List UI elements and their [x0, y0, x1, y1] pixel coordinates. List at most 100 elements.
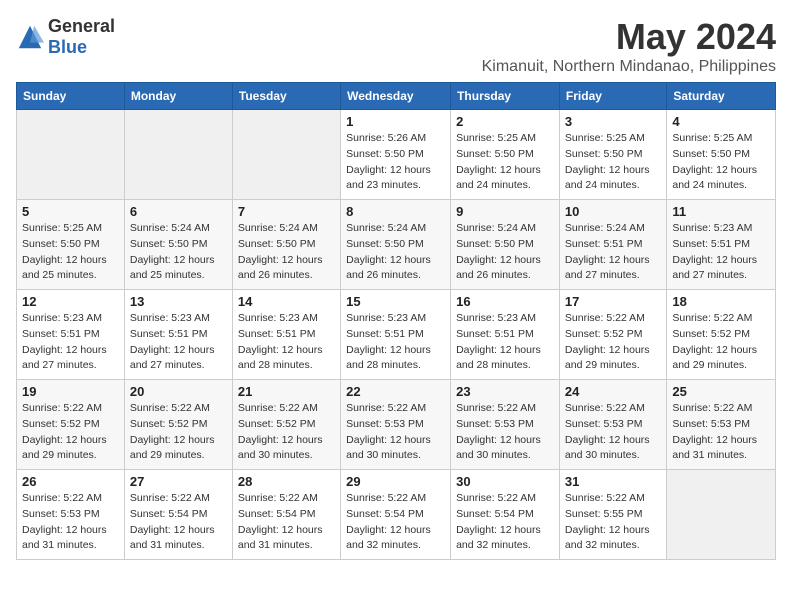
day-number: 14 — [238, 294, 335, 309]
calendar-cell: 22 Sunrise: 5:22 AMSunset: 5:53 PMDayligh… — [341, 380, 451, 470]
calendar-cell — [232, 110, 340, 200]
day-number: 9 — [456, 204, 554, 219]
calendar-cell: 13 Sunrise: 5:23 AMSunset: 5:51 PMDayligh… — [124, 290, 232, 380]
day-number: 16 — [456, 294, 554, 309]
logo: General Blue — [16, 16, 115, 58]
day-info: Sunrise: 5:22 AMSunset: 5:52 PMDaylight:… — [238, 401, 335, 464]
calendar-cell: 30 Sunrise: 5:22 AMSunset: 5:54 PMDayligh… — [451, 470, 560, 560]
weekday-header-tuesday: Tuesday — [232, 83, 340, 110]
day-number: 24 — [565, 384, 661, 399]
calendar-cell: 5 Sunrise: 5:25 AMSunset: 5:50 PMDaylight… — [17, 200, 125, 290]
day-number: 27 — [130, 474, 227, 489]
weekday-header-monday: Monday — [124, 83, 232, 110]
day-number: 22 — [346, 384, 445, 399]
calendar-cell: 12 Sunrise: 5:23 AMSunset: 5:51 PMDayligh… — [17, 290, 125, 380]
calendar-cell: 26Sunrise: 5:22 AMSunset: 5:53 PMDayligh… — [17, 470, 125, 560]
title-area: May 2024 Kimanuit, Northern Mindanao, Ph… — [482, 16, 776, 76]
day-number: 1 — [346, 114, 445, 129]
calendar-cell: 18 Sunrise: 5:22 AMSunset: 5:52 PMDayligh… — [667, 290, 776, 380]
week-row-2: 5 Sunrise: 5:25 AMSunset: 5:50 PMDaylight… — [17, 200, 776, 290]
calendar-cell: 7 Sunrise: 5:24 AMSunset: 5:50 PMDaylight… — [232, 200, 340, 290]
day-number: 19 — [22, 384, 119, 399]
day-number: 5 — [22, 204, 119, 219]
day-info: Sunrise: 5:22 AMSunset: 5:54 PMDaylight:… — [130, 491, 227, 554]
calendar-cell: 9 Sunrise: 5:24 AMSunset: 5:50 PMDaylight… — [451, 200, 560, 290]
calendar-cell: 16 Sunrise: 5:23 AMSunset: 5:51 PMDayligh… — [451, 290, 560, 380]
week-row-1: 1 Sunrise: 5:26 AMSunset: 5:50 PMDaylight… — [17, 110, 776, 200]
day-info: Sunrise: 5:23 AMSunset: 5:51 PMDaylight:… — [456, 311, 554, 374]
calendar-cell: 20 Sunrise: 5:22 AMSunset: 5:52 PMDayligh… — [124, 380, 232, 470]
day-number: 18 — [672, 294, 770, 309]
calendar-cell: 10 Sunrise: 5:24 AMSunset: 5:51 PMDayligh… — [559, 200, 666, 290]
logo-icon — [16, 23, 44, 51]
week-row-3: 12 Sunrise: 5:23 AMSunset: 5:51 PMDayligh… — [17, 290, 776, 380]
day-number: 13 — [130, 294, 227, 309]
day-info: Sunrise: 5:23 AMSunset: 5:51 PMDaylight:… — [130, 311, 227, 374]
day-number: 21 — [238, 384, 335, 399]
day-info: Sunrise: 5:22 AMSunset: 5:54 PMDaylight:… — [238, 491, 335, 554]
calendar-cell: 19Sunrise: 5:22 AMSunset: 5:52 PMDayligh… — [17, 380, 125, 470]
calendar-cell: 2Sunrise: 5:25 AMSunset: 5:50 PMDaylight… — [451, 110, 560, 200]
calendar-cell: 4 Sunrise: 5:25 AMSunset: 5:50 PMDaylight… — [667, 110, 776, 200]
day-info: Sunrise: 5:24 AMSunset: 5:50 PMDaylight:… — [238, 221, 335, 284]
day-info: Sunrise: 5:22 AMSunset: 5:54 PMDaylight:… — [456, 491, 554, 554]
calendar-cell — [17, 110, 125, 200]
calendar-cell: 1 Sunrise: 5:26 AMSunset: 5:50 PMDaylight… — [341, 110, 451, 200]
calendar-table: SundayMondayTuesdayWednesdayThursdayFrid… — [16, 82, 776, 560]
calendar-cell: 21 Sunrise: 5:22 AMSunset: 5:52 PMDayligh… — [232, 380, 340, 470]
day-info: Sunrise: 5:22 AMSunset: 5:52 PMDaylight:… — [130, 401, 227, 464]
day-info: Sunrise: 5:22 AMSunset: 5:53 PMDaylight:… — [346, 401, 445, 464]
day-info: Sunrise: 5:22 AMSunset: 5:53 PMDaylight:… — [565, 401, 661, 464]
day-info: Sunrise: 5:22 AMSunset: 5:52 PMDaylight:… — [565, 311, 661, 374]
day-number: 28 — [238, 474, 335, 489]
weekday-header-friday: Friday — [559, 83, 666, 110]
calendar-cell: 11Sunrise: 5:23 AMSunset: 5:51 PMDayligh… — [667, 200, 776, 290]
day-number: 12 — [22, 294, 119, 309]
week-row-4: 19 Sunrise: 5:22 AMSunset: 5:52 PMDayligh… — [17, 380, 776, 470]
day-info: Sunrise: 5:24 AMSunset: 5:50 PMDaylight:… — [456, 221, 554, 284]
header: General Blue May 2024 Kimanuit, Northern… — [16, 16, 776, 76]
day-number: 29 — [346, 474, 445, 489]
calendar-cell: 24 Sunrise: 5:22 AMSunset: 5:53 PMDayligh… — [559, 380, 666, 470]
day-info: Sunrise: 5:25 AMSunset: 5:50 PMDaylight:… — [672, 131, 770, 194]
day-info: Sunrise: 5:26 AMSunset: 5:50 PMDaylight:… — [346, 131, 445, 194]
calendar-cell — [667, 470, 776, 560]
day-info: Sunrise: 5:22 AMSunset: 5:55 PMDaylight:… — [565, 491, 661, 554]
day-number: 6 — [130, 204, 227, 219]
logo-blue: Blue — [48, 37, 87, 57]
day-number: 26 — [22, 474, 119, 489]
logo-general: General — [48, 16, 115, 36]
day-info: Sunrise: 5:25 AMSunset: 5:50 PMDaylight:… — [565, 131, 661, 194]
day-number: 7 — [238, 204, 335, 219]
day-number: 20 — [130, 384, 227, 399]
calendar-cell: 17Sunrise: 5:22 AMSunset: 5:52 PMDayligh… — [559, 290, 666, 380]
calendar-cell: 6 Sunrise: 5:24 AMSunset: 5:50 PMDaylight… — [124, 200, 232, 290]
week-row-5: 26Sunrise: 5:22 AMSunset: 5:53 PMDayligh… — [17, 470, 776, 560]
calendar-cell: 14 Sunrise: 5:23 AMSunset: 5:51 PMDayligh… — [232, 290, 340, 380]
day-info: Sunrise: 5:23 AMSunset: 5:51 PMDaylight:… — [22, 311, 119, 374]
weekday-header-wednesday: Wednesday — [341, 83, 451, 110]
calendar-cell: 3 Sunrise: 5:25 AMSunset: 5:50 PMDaylight… — [559, 110, 666, 200]
day-number: 31 — [565, 474, 661, 489]
day-number: 15 — [346, 294, 445, 309]
day-number: 2 — [456, 114, 554, 129]
day-info: Sunrise: 5:22 AMSunset: 5:52 PMDaylight:… — [672, 311, 770, 374]
day-info: Sunrise: 5:24 AMSunset: 5:51 PMDaylight:… — [565, 221, 661, 284]
day-number: 3 — [565, 114, 661, 129]
day-info: Sunrise: 5:24 AMSunset: 5:50 PMDaylight:… — [346, 221, 445, 284]
day-info: Sunrise: 5:23 AMSunset: 5:51 PMDaylight:… — [238, 311, 335, 374]
location-title: Kimanuit, Northern Mindanao, Philippines — [482, 58, 776, 76]
day-number: 23 — [456, 384, 554, 399]
calendar-cell: 25Sunrise: 5:22 AMSunset: 5:53 PMDayligh… — [667, 380, 776, 470]
day-info: Sunrise: 5:23 AMSunset: 5:51 PMDaylight:… — [672, 221, 770, 284]
day-info: Sunrise: 5:24 AMSunset: 5:50 PMDaylight:… — [130, 221, 227, 284]
day-number: 30 — [456, 474, 554, 489]
calendar-cell: 15Sunrise: 5:23 AMSunset: 5:51 PMDayligh… — [341, 290, 451, 380]
weekday-header-row: SundayMondayTuesdayWednesdayThursdayFrid… — [17, 83, 776, 110]
day-info: Sunrise: 5:22 AMSunset: 5:54 PMDaylight:… — [346, 491, 445, 554]
calendar-cell: 8Sunrise: 5:24 AMSunset: 5:50 PMDaylight… — [341, 200, 451, 290]
day-info: Sunrise: 5:25 AMSunset: 5:50 PMDaylight:… — [22, 221, 119, 284]
day-number: 4 — [672, 114, 770, 129]
day-number: 10 — [565, 204, 661, 219]
month-title: May 2024 — [482, 16, 776, 58]
